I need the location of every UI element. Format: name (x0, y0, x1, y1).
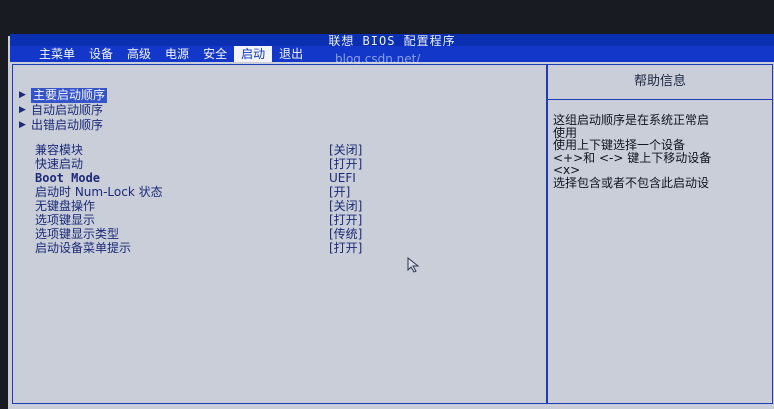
setting-numlock[interactable]: 启动时 Num-Lock 状态 [开] (35, 185, 362, 199)
help-line: <+>和 <-> 键上下移动设备 (553, 150, 712, 165)
boot-order-error[interactable]: ▶ 出错启动顺序 (19, 118, 107, 133)
menu-security[interactable]: 安全 (196, 46, 234, 62)
menu-devices[interactable]: 设备 (82, 46, 120, 62)
triangle-right-icon: ▶ (19, 120, 26, 130)
boot-order-automatic[interactable]: ▶ 自动启动顺序 (19, 103, 107, 118)
setting-value[interactable]: [打开] (329, 213, 362, 227)
setting-label: 选项键显示类型 (35, 227, 120, 241)
setting-label: 无键盘操作 (35, 199, 96, 213)
setting-value[interactable]: [打开] (329, 241, 362, 255)
setting-label: 启动设备菜单提示 (35, 241, 132, 255)
menu-advanced[interactable]: 高级 (120, 46, 158, 62)
help-title: 帮助信息 (548, 65, 772, 100)
setting-value[interactable]: UEFI (329, 171, 356, 185)
settings-list: 兼容模块 [关闭] 快速启动 [打开] Boot Mode UEFI 启动时 N… (35, 143, 362, 255)
setting-label: 兼容模块 (35, 143, 84, 157)
setting-label: Boot Mode (35, 171, 101, 185)
setting-value[interactable]: [关闭] (329, 199, 362, 213)
setting-quick-boot[interactable]: 快速启动 [打开] (35, 157, 362, 171)
help-line: <x> (553, 163, 581, 177)
setting-value[interactable]: [传统] (329, 227, 362, 241)
setting-option-key-type[interactable]: 选项键显示类型 [传统] (35, 227, 362, 241)
menu-exit[interactable]: 退出 (272, 46, 310, 62)
setting-option-key-display[interactable]: 选项键显示 [打开] (35, 213, 362, 227)
setting-compat-module[interactable]: 兼容模块 [关闭] (35, 143, 362, 157)
setting-label: 选项键显示 (35, 213, 96, 227)
menu-startup[interactable]: 启动 (234, 46, 273, 62)
setting-label: 启动时 Num-Lock 状态 (35, 185, 163, 199)
setting-keyboardless[interactable]: 无键盘操作 [关闭] (35, 199, 362, 213)
setting-value[interactable]: [打开] (329, 157, 362, 171)
menu-power[interactable]: 电源 (158, 46, 196, 62)
setting-value[interactable]: [开] (329, 185, 350, 199)
menu-main[interactable]: 主菜单 (32, 46, 82, 62)
help-line: 选择包含或者不包含此启动设 (553, 175, 710, 190)
boot-settings-panel: ▶ 主要启动顺序 ▶ 自动启动顺序 ▶ 出错启动顺序 兼容模块 [关闭] 快速启… (12, 64, 547, 404)
setting-value[interactable]: [关闭] (329, 143, 362, 157)
setting-boot-menu-prompt[interactable]: 启动设备菜单提示 [打开] (35, 241, 362, 255)
triangle-right-icon: ▶ (19, 105, 26, 115)
help-line: 使用上下键选择一个设备 (553, 138, 686, 152)
setting-label: 快速启动 (35, 157, 84, 171)
boot-order-label: 出错启动顺序 (31, 118, 104, 132)
boot-order-list: ▶ 主要启动顺序 ▶ 自动启动顺序 ▶ 出错启动顺序 (19, 88, 108, 133)
mouse-cursor-icon (407, 257, 420, 273)
boot-order-primary[interactable]: ▶ 主要启动顺序 (19, 88, 108, 103)
triangle-right-icon: ▶ (19, 90, 26, 100)
help-line: 这组启动顺序是在系统正常启 (553, 113, 710, 127)
help-panel: 帮助信息 这组启动顺序是在系统正常启 使用 使用上下键选择一个设备 <+>和 <… (547, 64, 773, 404)
boot-order-label: 自动启动顺序 (31, 103, 104, 117)
setting-boot-mode[interactable]: Boot Mode UEFI (35, 171, 362, 185)
help-text: 这组启动顺序是在系统正常启 使用 使用上下键选择一个设备 <+>和 <-> 键上… (548, 100, 772, 189)
boot-order-label: 主要启动顺序 (31, 88, 108, 103)
